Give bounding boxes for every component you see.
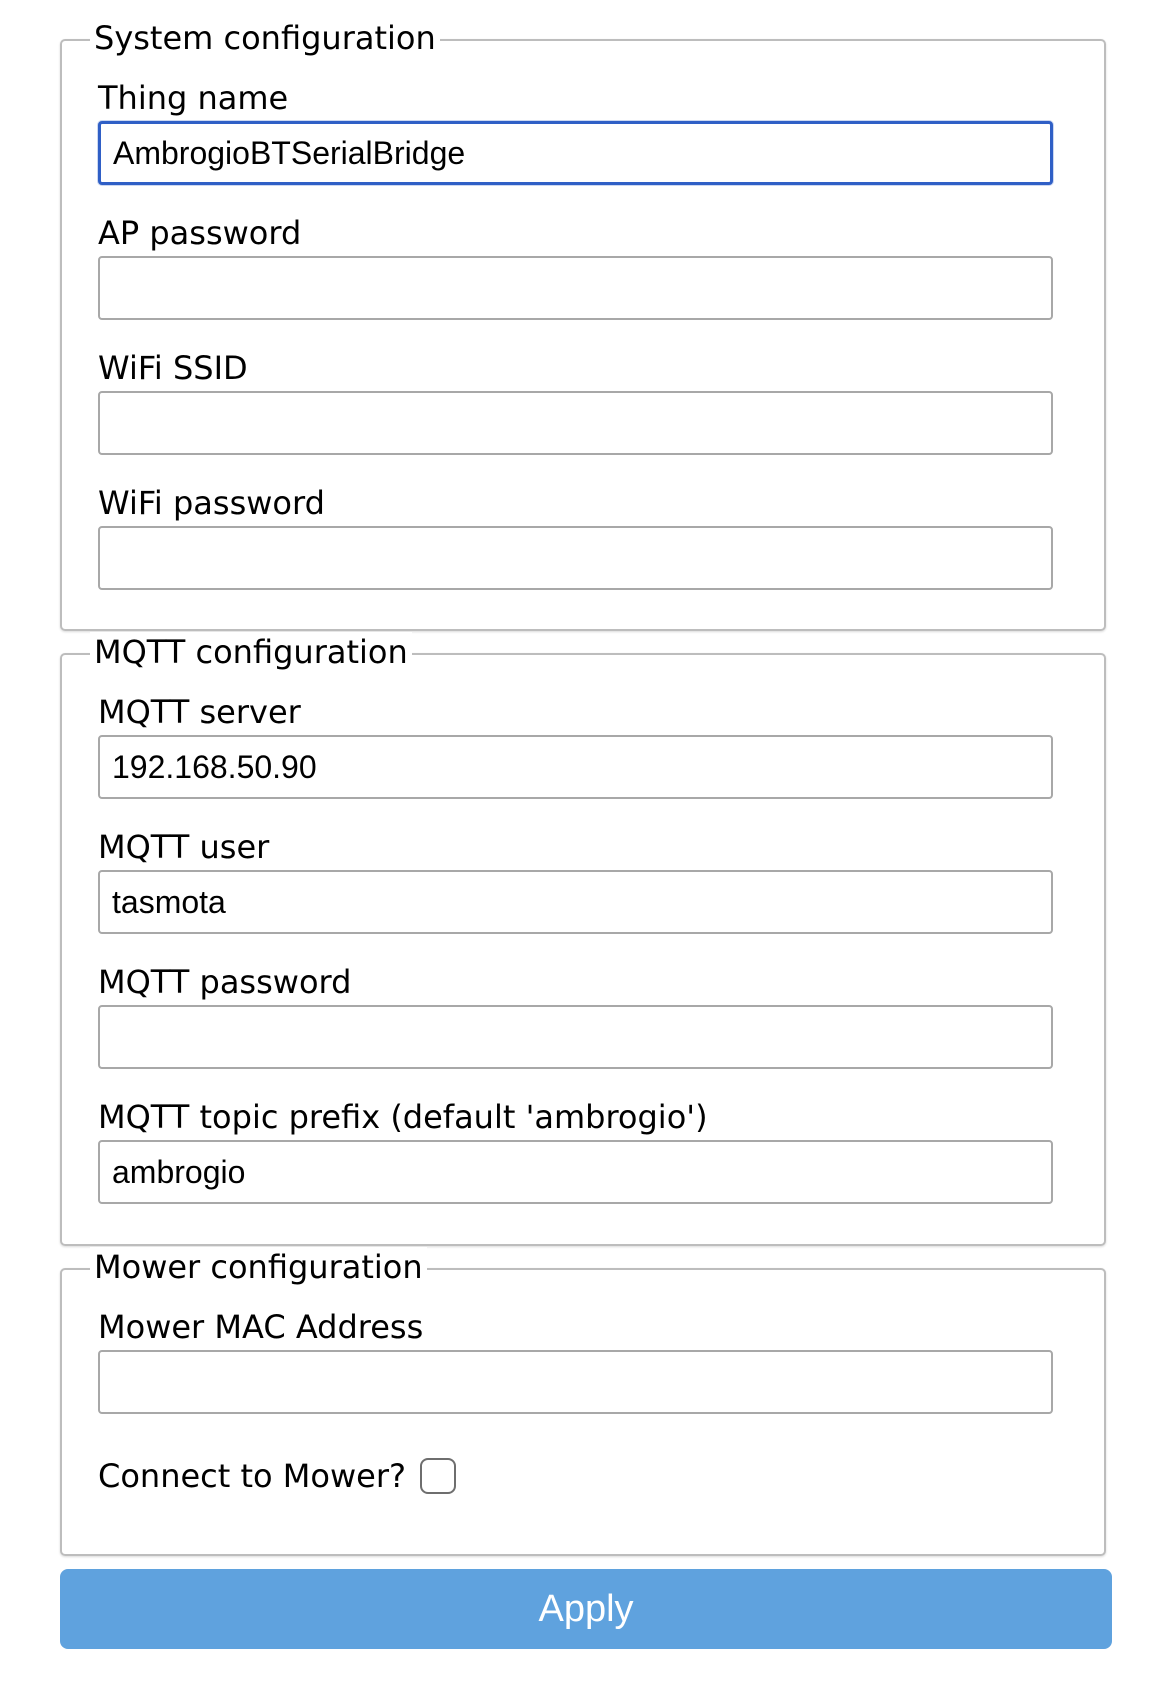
mqtt-configuration-fieldset: MQTT configuration MQTT server MQTT user…	[60, 632, 1106, 1246]
mqtt-server-input[interactable]	[98, 735, 1053, 799]
wifi-ssid-input[interactable]	[98, 391, 1053, 455]
thing-name-label: Thing name	[98, 79, 289, 117]
thing-name-input[interactable]	[98, 121, 1053, 185]
mqtt-configuration-legend: MQTT configuration	[90, 632, 412, 672]
mower-configuration-fieldset: Mower configuration Mower MAC Address Co…	[60, 1247, 1106, 1556]
connect-to-mower-label: Connect to Mower?	[98, 1457, 406, 1495]
mqtt-password-label: MQTT password	[98, 963, 352, 1001]
apply-button[interactable]: Apply	[60, 1569, 1112, 1649]
mqtt-topic-prefix-input[interactable]	[98, 1140, 1053, 1204]
mower-mac-address-input[interactable]	[98, 1350, 1053, 1414]
mqtt-topic-prefix-label: MQTT topic prefix (default 'ambrogio')	[98, 1098, 708, 1136]
system-configuration-legend: System configuration	[90, 18, 440, 58]
system-configuration-fieldset: System configuration Thing name AP passw…	[60, 18, 1106, 631]
ap-password-label: AP password	[98, 214, 302, 252]
wifi-password-input[interactable]	[98, 526, 1053, 590]
wifi-ssid-label: WiFi SSID	[98, 349, 248, 387]
mower-mac-address-label: Mower MAC Address	[98, 1308, 424, 1346]
mqtt-server-label: MQTT server	[98, 693, 301, 731]
connect-to-mower-checkbox[interactable]	[419, 1458, 456, 1494]
mqtt-password-input[interactable]	[98, 1005, 1053, 1069]
mqtt-user-label: MQTT user	[98, 828, 270, 866]
wifi-password-label: WiFi password	[98, 484, 325, 522]
mqtt-user-input[interactable]	[98, 870, 1053, 934]
mower-configuration-legend: Mower configuration	[90, 1247, 427, 1287]
connect-to-mower-row: Connect to Mower?	[98, 1456, 456, 1496]
ap-password-input[interactable]	[98, 256, 1053, 320]
